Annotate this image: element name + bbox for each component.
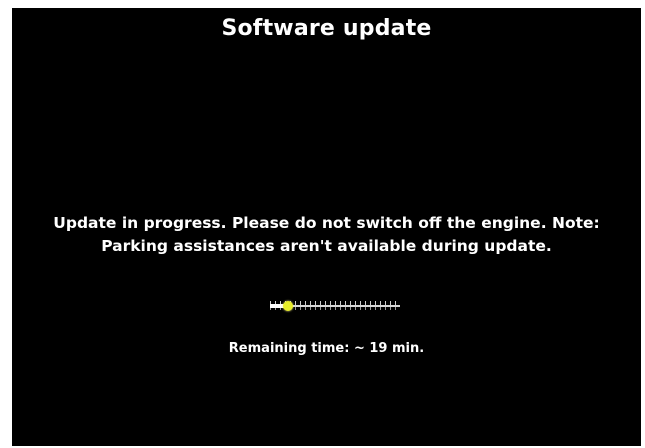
screen-title: Software update — [221, 16, 432, 41]
update-screen: Software update Update in progress. Plea… — [12, 8, 641, 446]
update-message-line-2: Parking assistances aren't available dur… — [101, 237, 552, 255]
progress-indicator-dot — [283, 301, 293, 311]
update-message-line-1: Update in progress. Please do not switch… — [53, 214, 600, 232]
remaining-time-label: Remaining time: ~ 19 min. — [228, 341, 425, 356]
update-progress-bar — [270, 298, 400, 314]
update-message: Update in progress. Please do not switch… — [12, 212, 641, 258]
